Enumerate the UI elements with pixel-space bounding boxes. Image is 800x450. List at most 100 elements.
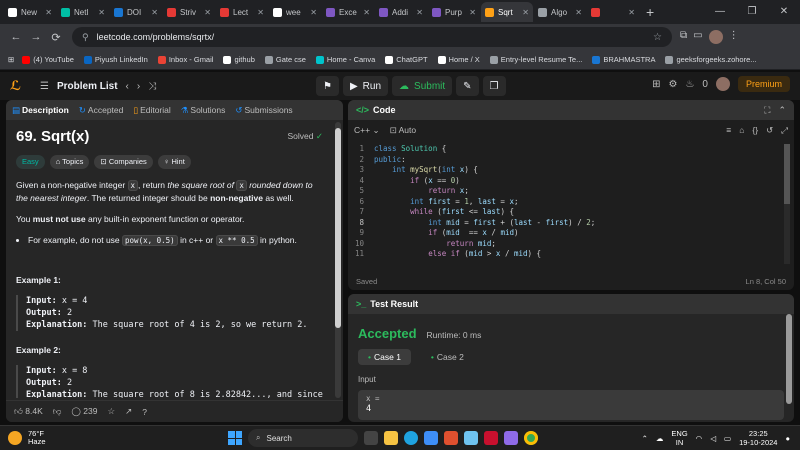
browser-tab[interactable]: DOI ✕ (110, 2, 162, 22)
browser-tab[interactable]: Addi ✕ (375, 2, 427, 22)
clock[interactable]: 23:25 19-10-2024 (739, 429, 777, 447)
like-button[interactable]: 👍︎ 8.4K (14, 406, 43, 417)
wifi-icon[interactable]: ◠ (696, 434, 703, 443)
file-explorer-icon[interactable] (384, 431, 398, 445)
apps-icon[interactable]: ⊞ (8, 55, 14, 64)
site-info-icon[interactable]: ⚲ (82, 32, 89, 43)
bookmark-star-icon[interactable]: ☆ (653, 32, 662, 43)
bookmark-item[interactable]: ChatGPT (385, 55, 428, 64)
tab-case-2[interactable]: • Case 2 (421, 349, 474, 365)
layout-icon[interactable]: ⊞ (652, 79, 660, 90)
copy-button[interactable]: ❐ (482, 76, 506, 96)
scrollbar-thumb[interactable] (335, 128, 341, 328)
debug-button[interactable]: ⚑ (316, 76, 339, 96)
forward-icon[interactable]: → (26, 31, 46, 43)
premium-button[interactable]: Premium (737, 76, 790, 92)
taskbar-search[interactable]: ⌕ Search (248, 429, 358, 447)
close-icon[interactable]: ✕ (310, 8, 317, 17)
browser-menu-icon[interactable]: ⋮ (729, 30, 739, 44)
browser-tab[interactable]: Lect ✕ (216, 2, 268, 22)
problem-scrollbar[interactable] (335, 122, 341, 398)
browser-tab[interactable]: Exce ✕ (322, 2, 374, 22)
topics-badge[interactable]: ⌂ Topics (49, 155, 90, 169)
reload-icon[interactable]: ⟳ (46, 31, 66, 44)
close-icon[interactable]: ✕ (575, 8, 582, 17)
url-input[interactable]: ⚲ leetcode.com/problems/sqrtx/ ☆ (72, 27, 672, 47)
battery-icon[interactable]: ▭ (724, 434, 731, 443)
weather-widget[interactable]: 76°F Haze (0, 430, 46, 446)
problem-list-link[interactable]: Problem List (57, 81, 118, 92)
comments-button[interactable]: ◯ 239 (71, 406, 97, 417)
browser-tab[interactable]: wee ✕ (269, 2, 321, 22)
bookmark-icon[interactable]: ⌂ (739, 125, 744, 136)
mcafee-icon[interactable] (484, 431, 498, 445)
close-window-icon[interactable]: ✕ (768, 0, 800, 24)
tab-case-1[interactable]: • Case 1 (358, 349, 411, 365)
notifications-icon[interactable]: ● (785, 434, 790, 443)
minimize-icon[interactable]: — (704, 0, 736, 24)
bookmark-item[interactable]: BRAHMASTRA (592, 55, 655, 64)
braces-icon[interactable]: {} (752, 125, 758, 136)
leetcode-logo-icon[interactable]: ℒ (10, 78, 26, 94)
browser-tab[interactable]: Striv ✕ (163, 2, 215, 22)
fullscreen-icon[interactable]: ⤢ (781, 125, 788, 136)
restore-icon[interactable]: ❐ (736, 0, 768, 24)
notes-button[interactable]: ✎ (456, 76, 479, 96)
office-icon[interactable] (444, 431, 458, 445)
browser-tab[interactable]: Purp ✕ (428, 2, 480, 22)
tab-solutions[interactable]: ⚗ Solutions (181, 105, 226, 116)
companies-badge[interactable]: ⊡ Companies (94, 155, 153, 169)
reset-icon[interactable]: ↺ (766, 125, 773, 136)
close-icon[interactable]: ✕ (98, 8, 105, 17)
maximize-icon[interactable]: ⛶ (764, 105, 770, 116)
tray-chevron-icon[interactable]: ⌃ (642, 434, 648, 443)
volume-icon[interactable]: ◁ (710, 434, 716, 443)
bookmark-item[interactable]: Inbox - Gmail (157, 55, 213, 64)
collapse-icon[interactable]: ⌃ (778, 105, 786, 116)
browser-tab[interactable]: Sqrt ✕ (481, 2, 533, 22)
close-icon[interactable]: ✕ (416, 8, 423, 17)
next-problem-icon[interactable]: › (137, 81, 140, 92)
close-icon[interactable]: ✕ (522, 8, 529, 17)
share-icon[interactable]: ↗ (125, 406, 132, 417)
close-icon[interactable]: ✕ (469, 8, 476, 17)
favorite-star-icon[interactable]: ☆ (107, 406, 115, 417)
bookmark-item[interactable]: Home / X (437, 55, 480, 64)
bookmark-item[interactable]: Gate cse (264, 55, 306, 64)
close-icon[interactable]: ✕ (204, 8, 211, 17)
format-icon[interactable]: ≡ (726, 125, 731, 136)
photos-icon[interactable] (464, 431, 478, 445)
editor-scrollbar[interactable] (784, 144, 790, 264)
tab-description[interactable]: ▤ Description (12, 105, 69, 116)
streak-icon[interactable]: ♨ (685, 79, 694, 90)
bookmark-item[interactable]: Home - Canva (315, 55, 375, 64)
new-tab-icon[interactable]: + (646, 4, 654, 20)
bookmark-item[interactable]: Piyush LinkedIn (83, 55, 148, 64)
tray-app-icon[interactable]: ☁ (656, 434, 664, 443)
bookmark-item[interactable]: geeksforgeeks.zohore... (665, 55, 757, 64)
close-icon[interactable]: ✕ (45, 8, 52, 17)
dislike-button[interactable]: 👎︎ (53, 406, 62, 417)
prev-problem-icon[interactable]: ‹ (126, 81, 129, 92)
back-icon[interactable]: ← (6, 31, 26, 43)
settings-icon[interactable]: ⚙ (668, 79, 677, 90)
run-button[interactable]: ▶ Run (342, 76, 389, 96)
profile-avatar[interactable] (708, 30, 723, 44)
copilot-icon[interactable] (504, 431, 518, 445)
tab-submissions[interactable]: ↺ Submissions (235, 105, 292, 116)
scrollbar-thumb[interactable] (786, 314, 792, 404)
tab-accepted[interactable]: ↻ Accepted (79, 105, 124, 116)
bookmark-item[interactable]: Entry-level Resume Te... (489, 55, 582, 64)
close-icon[interactable]: ✕ (257, 8, 264, 17)
browser-tab[interactable]: Algo ✕ (534, 2, 586, 22)
test-scrollbar[interactable] (786, 314, 792, 422)
browser-tab[interactable]: ✕ (587, 2, 639, 22)
user-avatar[interactable] (715, 77, 730, 91)
help-icon[interactable]: ? (142, 407, 147, 417)
scrollbar-thumb[interactable] (784, 144, 790, 204)
bookmark-item[interactable]: (4) YouTube (22, 55, 74, 64)
split-view-icon[interactable]: ▭ (693, 30, 702, 44)
browser-tab[interactable]: Netl ✕ (57, 2, 109, 22)
test-result-title[interactable]: Test Result (370, 299, 418, 309)
extensions-icon[interactable]: ⧉ (680, 30, 687, 44)
